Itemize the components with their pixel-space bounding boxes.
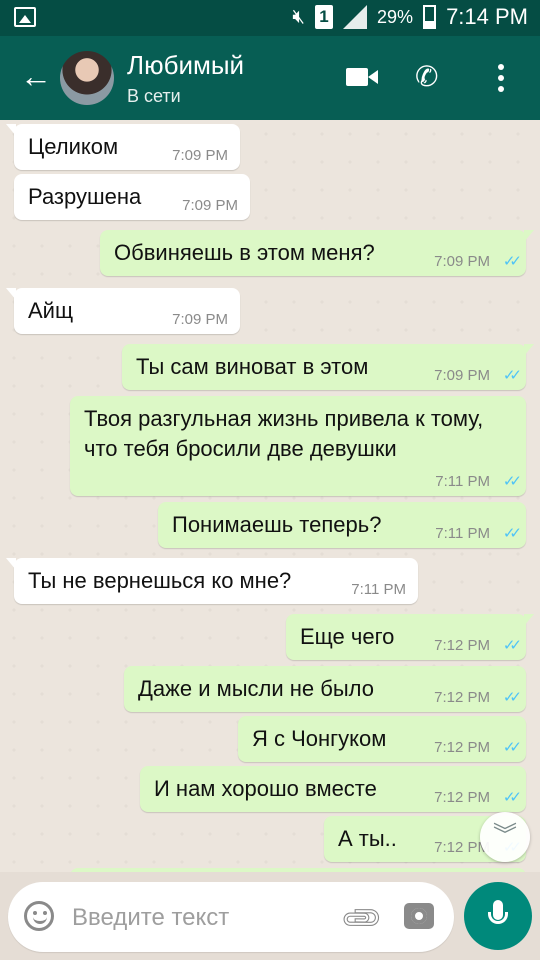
message-text: Я с Чонгуком <box>252 726 387 751</box>
contact-status: В сети <box>127 86 181 106</box>
message-text: А ты.. <box>338 826 397 851</box>
signal-icon <box>343 5 368 29</box>
composer: 📎︎ <box>8 882 454 952</box>
chat-header: ← Любимый В сети ✆ <box>0 36 540 120</box>
message-incoming[interactable]: Айщ 7:09 PM <box>6 288 240 334</box>
clock: 7:14 PM <box>446 4 528 29</box>
message-text: Даже и мысли не было <box>138 676 375 701</box>
message-time: 7:11 PM <box>435 473 490 490</box>
avatar[interactable] <box>60 51 114 105</box>
sim-icon: 1 <box>315 5 334 29</box>
contact-name[interactable]: Любимый <box>127 50 244 81</box>
message-time: 7:09 PM <box>182 197 238 214</box>
mute-icon: 🔇︎ <box>292 5 306 28</box>
mic-button[interactable] <box>464 882 532 950</box>
more-vert-icon[interactable] <box>498 64 504 97</box>
message-text: Ты не вернешься ко мне? <box>28 568 292 593</box>
message-outgoing[interactable]: Твоя разгульная жизнь привела к тому, чт… <box>70 396 526 496</box>
video-call-icon[interactable] <box>346 68 378 86</box>
message-time: 7:09 PM <box>434 253 490 270</box>
message-time: 7:09 PM <box>172 147 228 164</box>
message-outgoing[interactable]: Понимаешь теперь? 7:11 PM ✓✓ <box>158 502 526 548</box>
status-icons: 🔇︎ 1 29% 7:14 PM <box>292 4 528 30</box>
back-arrow-icon[interactable]: ← <box>20 60 52 92</box>
message-time: 7:11 PM <box>435 525 490 542</box>
message-text: Разрушена <box>28 184 142 209</box>
message-outgoing[interactable]: Даже и мысли не было 7:12 PM ✓✓ <box>124 666 526 712</box>
message-outgoing[interactable]: Я с Чонгуком 7:12 PM ✓✓ <box>238 716 526 762</box>
message-outgoing[interactable]: И нам хорошо вместе 7:12 PM ✓✓ <box>140 766 526 812</box>
gallery-notification-icon <box>14 7 36 27</box>
message-text: Еще чего <box>300 624 395 649</box>
message-time: 7:09 PM <box>172 311 228 328</box>
message-incoming[interactable]: Целиком 7:09 PM <box>6 124 240 170</box>
attach-icon[interactable]: 📎︎ <box>338 894 386 942</box>
message-outgoing[interactable]: Еще чего 7:12 PM ✓✓ <box>286 614 534 660</box>
battery-icon <box>423 5 437 29</box>
battery-percent: 29% <box>377 6 414 27</box>
message-input[interactable] <box>70 896 324 940</box>
message-outgoing[interactable]: Ты сам виноват в этом 7:09 PM ✓✓ <box>122 344 534 390</box>
read-ticks-icon: ✓✓ <box>502 253 522 270</box>
camera-icon[interactable] <box>404 903 434 929</box>
message-text: Твоя разгульная жизнь привела к тому, чт… <box>84 406 484 461</box>
message-text: Понимаешь теперь? <box>172 512 382 537</box>
message-time: 7:12 PM <box>434 637 490 654</box>
message-incoming[interactable]: Разрушена 7:09 PM <box>14 174 250 220</box>
message-text: И нам хорошо вместе <box>154 776 377 801</box>
message-time: 7:11 PM <box>351 581 406 598</box>
message-incoming[interactable]: Ты не вернешься ко мне? 7:11 PM <box>6 558 418 604</box>
emoji-icon[interactable] <box>24 901 54 931</box>
message-time: 7:12 PM <box>434 789 490 806</box>
message-text: Ты сам виноват в этом <box>136 354 369 379</box>
read-ticks-icon: ✓✓ <box>502 789 522 806</box>
message-outgoing[interactable]: Обвиняешь в этом меня? 7:09 PM ✓✓ <box>100 230 534 276</box>
read-ticks-icon: ✓✓ <box>502 525 522 542</box>
message-text: Айщ <box>28 298 74 323</box>
status-bar: 🔇︎ 1 29% 7:14 PM <box>0 0 540 36</box>
double-chevron-down-icon: ︾ <box>493 822 517 849</box>
message-list[interactable]: Целиком 7:09 PM Разрушена 7:09 PM Обвиня… <box>0 120 540 872</box>
phone-icon[interactable]: ✆ <box>415 60 438 93</box>
message-text: Обвиняешь в этом меня? <box>114 240 375 265</box>
composer-bar: 📎︎ <box>0 872 540 960</box>
message-time: 7:12 PM <box>434 739 490 756</box>
read-ticks-icon: ✓✓ <box>502 367 522 384</box>
scroll-to-bottom-button[interactable]: ︾ <box>480 812 530 862</box>
read-ticks-icon: ✓✓ <box>502 637 522 654</box>
read-ticks-icon: ✓✓ <box>502 473 522 490</box>
read-ticks-icon: ✓✓ <box>502 739 522 756</box>
message-time: 7:09 PM <box>434 367 490 384</box>
message-time: 7:12 PM <box>434 689 490 706</box>
read-ticks-icon: ✓✓ <box>502 689 522 706</box>
message-text: Целиком <box>28 134 119 159</box>
